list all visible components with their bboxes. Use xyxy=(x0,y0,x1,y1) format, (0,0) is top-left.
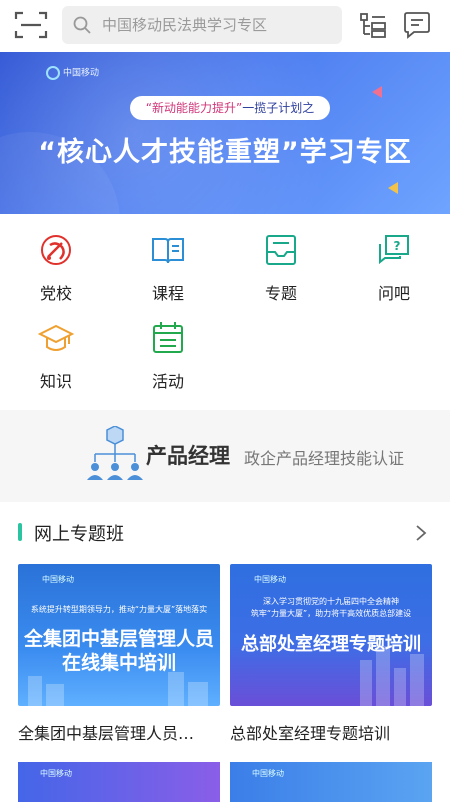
scan-icon[interactable] xyxy=(14,10,48,40)
book-icon xyxy=(152,238,184,264)
svg-text:?: ? xyxy=(394,239,401,253)
china-mobile-logo: 中国移动 xyxy=(252,769,284,778)
building-decoration xyxy=(376,646,390,706)
course-banner-line: 系统提升转型期领导力，推动“力量大厦”落地落实 xyxy=(30,605,208,614)
china-mobile-logo: 中国移动 xyxy=(42,575,74,584)
quick-nav-grid: 党校 课程 专题 ? 问吧 知识 活动 xyxy=(0,218,450,408)
category-list-icon[interactable] xyxy=(360,12,386,38)
question-chat-icon: ? xyxy=(379,235,409,265)
chevron-right-icon[interactable] xyxy=(414,524,428,542)
top-bar: 中国移动民法典学习专区 xyxy=(0,0,450,52)
nav-item-topics[interactable]: 专题 xyxy=(241,218,321,303)
nav-item-knowledge[interactable]: 知识 xyxy=(16,306,96,391)
course-banner-title: 全集团中基层管理人员 xyxy=(23,628,214,650)
message-icon[interactable] xyxy=(404,11,430,39)
course-banner-line: 深入学习贯彻党的十九届四中全会精神 xyxy=(263,597,399,606)
product-manager-title: 产品经理 xyxy=(146,444,230,468)
nav-item-qa[interactable]: ? 问吧 xyxy=(354,218,434,303)
topic-tray-icon xyxy=(266,235,296,265)
building-decoration xyxy=(410,654,424,706)
section-accent-bar xyxy=(18,523,22,541)
search-placeholder: 中国移动民法典学习专区 xyxy=(102,16,268,34)
course-title[interactable]: 全集团中基层管理人员… xyxy=(18,720,220,744)
china-mobile-logo: 中国移动 xyxy=(46,66,99,80)
building-decoration xyxy=(394,668,406,706)
course-card[interactable]: 中国移动 系统提升转型期领导力，推动“力量大厦”落地落实 全集团中基层管理人员 … xyxy=(18,564,220,706)
search-input[interactable]: 中国移动民法典学习专区 xyxy=(62,6,342,44)
product-manager-subtitle: 政企产品经理技能认证 xyxy=(244,449,405,468)
china-mobile-logo: 中国移动 xyxy=(40,769,72,778)
building-decoration xyxy=(46,684,64,706)
product-manager-banner[interactable]: 产品经理 政企产品经理技能认证 xyxy=(0,410,450,502)
course-banner-line: 筑牢“力量大厦”，助力将干高效优质总部建设 xyxy=(250,609,412,618)
party-school-icon xyxy=(41,235,71,265)
banner-triangle-decoration xyxy=(372,86,382,98)
course-title[interactable]: 总部处室经理专题培训 xyxy=(230,720,432,744)
building-decoration xyxy=(188,682,208,706)
promo-banner[interactable]: 中国移动 “新动能能力提升”一揽子计划之 “核心人才技能重塑”学习专区 xyxy=(0,52,450,214)
building-decoration xyxy=(360,660,372,706)
course-card[interactable]: 中国移动 xyxy=(18,762,220,802)
course-card[interactable]: 中国移动 深入学习贯彻党的十九届四中全会精神 筑牢“力量大厦”，助力将干高效优质… xyxy=(230,564,432,706)
course-card[interactable]: 中国移动 xyxy=(230,762,432,802)
building-decoration xyxy=(28,676,42,706)
course-banner-title: 在线集中培训 xyxy=(61,652,176,674)
banner-title: “核心人才技能重塑”学习专区 xyxy=(38,137,412,168)
section-title: 网上专题班 xyxy=(34,524,124,545)
nav-item-courses[interactable]: 课程 xyxy=(128,218,208,303)
section-header-online-classes[interactable]: 网上专题班 xyxy=(0,514,450,550)
calendar-icon xyxy=(153,322,183,353)
banner-triangle-decoration xyxy=(388,182,398,194)
nav-item-activities[interactable]: 活动 xyxy=(128,306,208,391)
china-mobile-logo: 中国移动 xyxy=(254,575,286,584)
search-icon xyxy=(73,16,91,34)
org-chart-icon xyxy=(87,426,143,480)
banner-subtitle: “新动能能力提升”一揽子计划之 xyxy=(130,96,330,120)
nav-item-party-school[interactable]: 党校 xyxy=(16,218,96,303)
building-decoration xyxy=(168,672,184,706)
graduation-cap-icon xyxy=(38,324,74,351)
course-banner-title: 总部处室经理专题培训 xyxy=(241,634,421,655)
